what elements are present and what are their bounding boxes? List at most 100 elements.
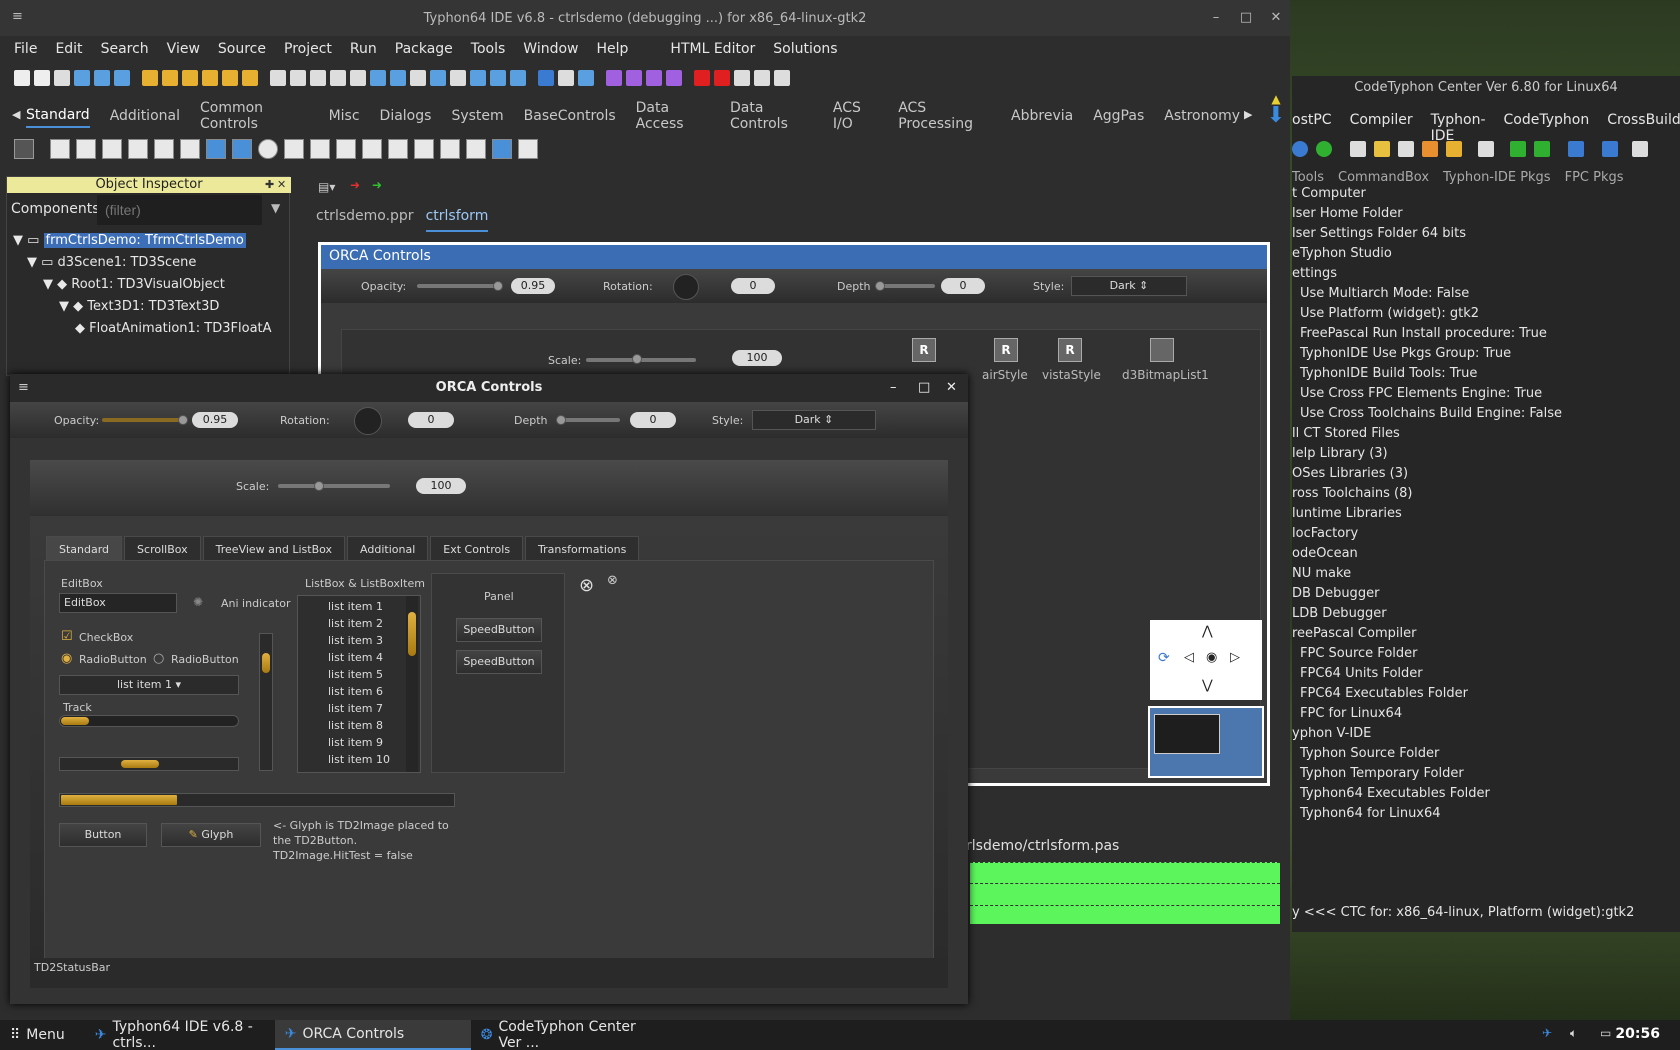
rotation-value[interactable]: 0	[408, 412, 454, 428]
tab-standard[interactable]: Standard	[26, 107, 90, 128]
list-item[interactable]: list item 9	[328, 736, 383, 749]
close-circle-small-icon[interactable]: ⊗	[607, 573, 618, 588]
wrench-icon[interactable]	[1478, 141, 1494, 157]
start-menu-button[interactable]: ⠿ Menu	[0, 1020, 75, 1050]
layout-icon[interactable]	[270, 70, 286, 86]
pause-icon[interactable]	[694, 70, 710, 86]
bug-icon[interactable]	[242, 70, 258, 86]
popupmenu-icon[interactable]	[76, 139, 96, 159]
list-item[interactable]: ll CT Stored Files	[1292, 426, 1400, 441]
menu-run[interactable]: Run	[350, 41, 377, 57]
tab-treeview-listbox[interactable]: TreeView and ListBox	[202, 536, 346, 563]
settings-icon[interactable]	[182, 70, 198, 86]
ctc-menu-hostpc[interactable]: ostPC	[1292, 112, 1332, 134]
project-icon[interactable]	[470, 70, 486, 86]
help-icon[interactable]	[1292, 141, 1308, 157]
tab-basecontrols[interactable]: BaseControls	[524, 108, 616, 127]
minimize-icon[interactable]: –	[890, 374, 897, 402]
tab-scrollbox[interactable]: ScrollBox	[124, 536, 201, 563]
clock[interactable]: 20:56	[1615, 1026, 1660, 1042]
package-icon[interactable]	[1602, 141, 1618, 157]
forms-icon[interactable]	[350, 70, 366, 86]
tab-system[interactable]: System	[451, 108, 503, 127]
nav-right-icon[interactable]: ▷	[1230, 650, 1240, 665]
style-component-icon[interactable]: R	[912, 338, 936, 362]
task-codetyphon-center[interactable]: ❂ CodeTyphon Center Ver ...	[471, 1019, 671, 1050]
window-menu-icon[interactable]: ≡	[12, 9, 23, 24]
checkbox-label[interactable]: CheckBox	[79, 631, 133, 644]
demo-button[interactable]: Button	[59, 823, 147, 847]
project-options-icon[interactable]	[490, 70, 506, 86]
tab-transformations[interactable]: Transformations	[525, 536, 640, 563]
list-item[interactable]: eTyphon Studio	[1292, 246, 1392, 261]
list-item[interactable]: LDB Debugger	[1292, 606, 1387, 621]
list-item[interactable]: Typhon Source Folder	[1300, 746, 1439, 761]
listbox[interactable]: list item 1 list item 2 list item 3 list…	[297, 595, 421, 773]
volume-icon[interactable]: 🔈︎	[1570, 1026, 1577, 1041]
list-item[interactable]: list item 4	[328, 651, 383, 664]
frame-icon[interactable]	[466, 139, 486, 159]
scale-value[interactable]: 100	[732, 350, 782, 366]
depth-value[interactable]: 0	[630, 412, 676, 428]
checkbox-icon[interactable]	[232, 139, 252, 159]
palette-scroll-left-icon[interactable]: ◀	[12, 108, 20, 124]
tab-additional[interactable]: Additional	[110, 108, 180, 127]
menu-tools[interactable]: Tools	[471, 41, 506, 57]
form-icon[interactable]	[290, 70, 306, 86]
list-item[interactable]: lser Home Folder	[1292, 206, 1403, 221]
menu-edit[interactable]: Edit	[55, 41, 82, 57]
radio-unselected-icon[interactable]: ○	[153, 651, 164, 666]
rotation-knob[interactable]	[673, 274, 699, 300]
list-item[interactable]: t Computer	[1292, 186, 1366, 201]
ok-button-icon[interactable]	[518, 139, 538, 159]
tab-misc[interactable]: Misc	[329, 108, 360, 127]
ctc-menu-compiler[interactable]: Compiler	[1350, 112, 1413, 134]
tab-ctrlsform[interactable]: ctrlsform	[425, 208, 489, 232]
tab-dialogs[interactable]: Dialogs	[380, 108, 432, 127]
build-icon[interactable]	[1422, 141, 1438, 157]
menu-help[interactable]: Help	[597, 41, 629, 57]
filter-icon[interactable]: ▼	[271, 201, 280, 215]
tab-acs-processing[interactable]: ACS Processing	[898, 100, 991, 135]
tab-common-controls[interactable]: Common Controls	[200, 100, 309, 135]
list-item[interactable]: reePascal Compiler	[1292, 626, 1416, 641]
list-item[interactable]: lelp Library (3)	[1292, 446, 1388, 461]
close-icon[interactable]: ✕	[946, 374, 957, 402]
save-icon[interactable]	[54, 70, 70, 86]
tab-aggpas[interactable]: AggPas	[1093, 108, 1144, 127]
folder-icon[interactable]	[1374, 141, 1390, 157]
radio1-label[interactable]: RadioButton	[79, 653, 147, 666]
run-params-icon[interactable]	[666, 70, 682, 86]
tab-data-controls[interactable]: Data Controls	[730, 100, 813, 135]
style-combo[interactable]: Dark ⇕	[752, 410, 876, 430]
list-item[interactable]: locFactory	[1292, 526, 1358, 541]
mainmenu-icon[interactable]	[50, 139, 70, 159]
memo-icon[interactable]	[180, 139, 200, 159]
list-item[interactable]: OSes Libraries (3)	[1292, 466, 1408, 481]
list-item[interactable]: Use Multiarch Mode: False	[1300, 286, 1469, 301]
components-filter-input[interactable]	[97, 195, 262, 225]
tab-standard[interactable]: Standard	[46, 536, 123, 563]
menu-solutions[interactable]: Solutions	[773, 41, 837, 57]
bitmap-list-icon[interactable]	[1150, 338, 1174, 362]
menu-source[interactable]: Source	[218, 41, 266, 57]
link-icon[interactable]	[626, 70, 642, 86]
inspector-close-icon[interactable]: ✕	[277, 178, 286, 191]
ctc-tab-tools[interactable]: Tools	[1292, 170, 1324, 185]
scale-track[interactable]	[278, 484, 390, 488]
close-icon[interactable]: ✕	[1266, 8, 1286, 28]
grid-icon[interactable]	[430, 70, 446, 86]
opacity-thumb[interactable]	[493, 281, 503, 291]
gear-icon[interactable]	[1510, 141, 1526, 157]
list-item[interactable]: Typhon64 Executables Folder	[1300, 786, 1490, 801]
info-icon[interactable]	[1632, 141, 1648, 157]
package-icon[interactable]	[202, 70, 218, 86]
tools-icon[interactable]	[1446, 141, 1462, 157]
menu-view[interactable]: View	[167, 41, 200, 57]
palette-scroll-right-icon[interactable]: ▶	[1244, 108, 1252, 124]
tab-astronomy[interactable]: Astronomy	[1164, 108, 1240, 127]
list-item[interactable]: Use Cross FPC Elements Engine: True	[1300, 386, 1542, 401]
list-item[interactable]: list item 7	[328, 702, 383, 715]
nav-left-icon[interactable]: ◁	[1184, 650, 1194, 665]
close-circle-icon[interactable]: ⊗	[579, 575, 594, 596]
